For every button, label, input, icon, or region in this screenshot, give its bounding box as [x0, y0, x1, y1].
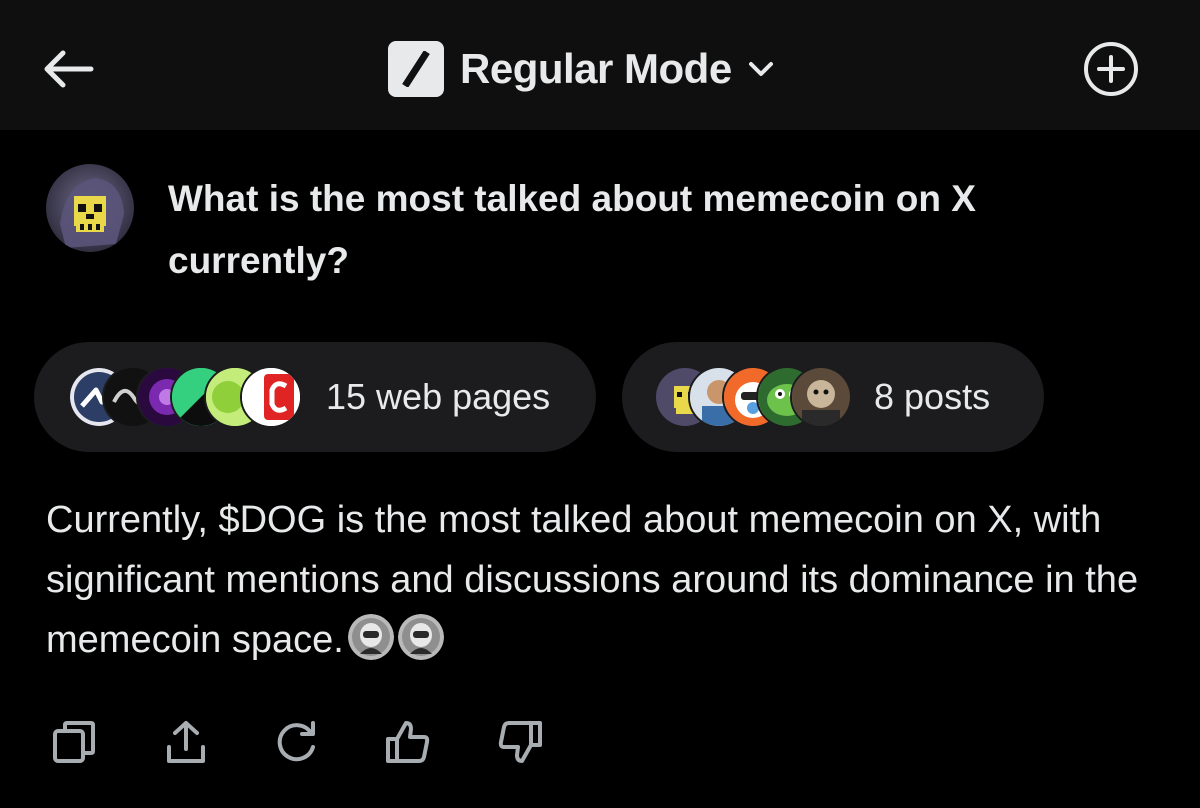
mode-title: Regular Mode — [460, 45, 732, 92]
posts-sources-button[interactable]: 8 posts — [622, 342, 1044, 452]
citation-avatar-icon[interactable] — [347, 614, 394, 660]
dislike-button[interactable] — [490, 712, 550, 772]
web-pages-sources-button[interactable]: 15 web pages — [34, 342, 596, 452]
thumbs-down-icon — [498, 721, 542, 763]
citation-avatar-icon[interactable] — [397, 614, 444, 660]
mode-selector[interactable]: Regular Mode — [388, 40, 774, 98]
top-bar: Regular Mode — [0, 0, 1200, 130]
like-button[interactable] — [378, 712, 438, 772]
back-button[interactable] — [40, 44, 96, 94]
web-source-favicons — [68, 366, 304, 428]
slash-logo-icon — [388, 41, 444, 97]
copy-icon — [53, 721, 95, 763]
arrow-left-icon — [44, 50, 94, 88]
plus-circle-icon — [1084, 42, 1138, 96]
regenerate-button[interactable] — [266, 712, 326, 772]
chevron-down-icon — [748, 62, 773, 76]
posts-count: 8 posts — [874, 376, 991, 417]
post-author-avatars — [654, 366, 852, 428]
answer-text: Currently, $DOG is the most talked about… — [46, 499, 1139, 661]
avatar[interactable] — [46, 164, 134, 252]
thumbs-up-icon — [386, 721, 430, 763]
assistant-answer: Currently, $DOG is the most talked about… — [46, 490, 1166, 670]
share-icon — [167, 721, 205, 763]
new-chat-button[interactable] — [1082, 40, 1140, 98]
regenerate-icon — [277, 721, 315, 762]
website-favicon — [240, 366, 302, 428]
user-question: What is the most talked about memecoin o… — [168, 178, 976, 281]
copy-button[interactable] — [44, 712, 104, 772]
post-author-avatar — [790, 366, 852, 428]
share-button[interactable] — [156, 712, 216, 772]
web-pages-count: 15 web pages — [326, 376, 551, 417]
